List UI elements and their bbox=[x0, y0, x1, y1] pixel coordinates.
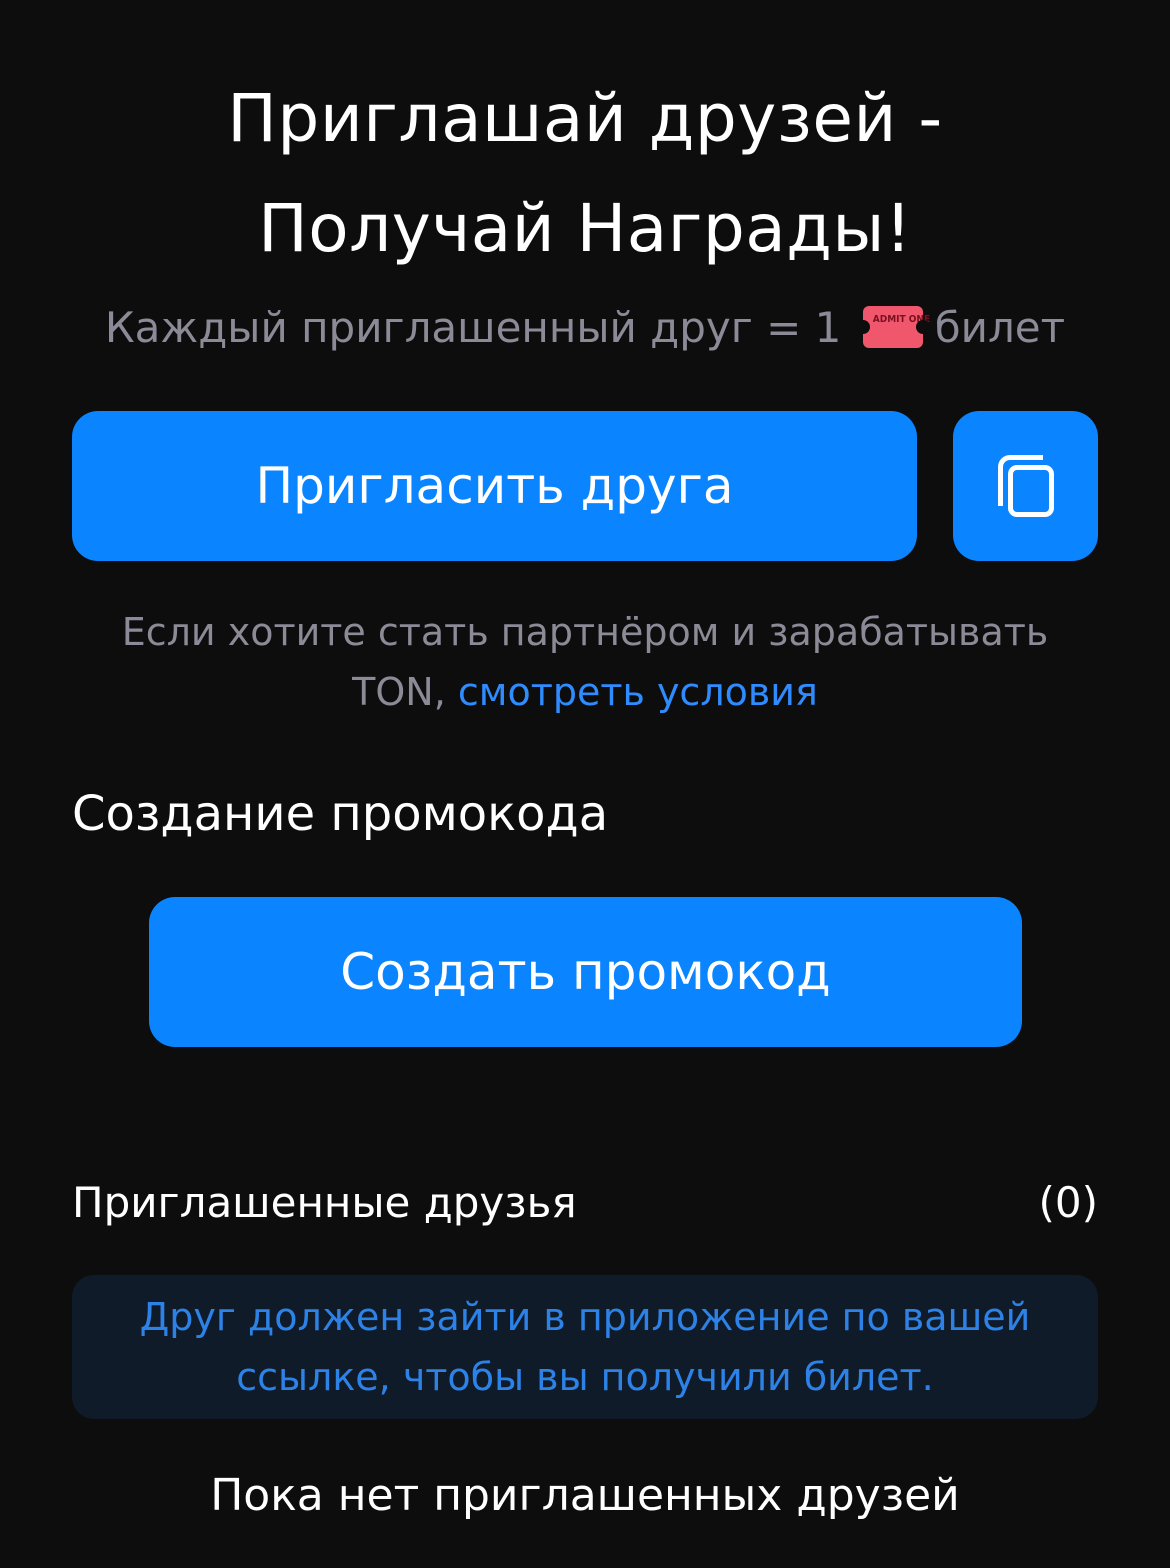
partner-text-prefix: TON, bbox=[352, 670, 446, 714]
create-promo-button[interactable]: Создать промокод bbox=[149, 897, 1022, 1047]
page-title-line1: Приглашай друзей - bbox=[227, 80, 943, 157]
subtitle-suffix: билет bbox=[934, 303, 1066, 352]
partner-terms-link[interactable]: смотреть условия bbox=[458, 670, 818, 714]
invite-info-banner: Друг должен зайти в приложение по вашей … bbox=[72, 1275, 1098, 1419]
partner-info: Если хотите стать партнёром и зарабатыва… bbox=[0, 602, 1170, 722]
ticket-icon-text: ADMIT ONE bbox=[872, 314, 931, 325]
copy-icon bbox=[997, 455, 1054, 517]
invited-friends-count: (0) bbox=[1038, 1178, 1099, 1227]
partner-text-line1: Если хотите стать партнёром и зарабатыва… bbox=[121, 610, 1049, 654]
ticket-icon: ADMIT ONE bbox=[855, 306, 931, 348]
invited-friends-title: Приглашенные друзья bbox=[72, 1178, 577, 1227]
invite-friend-button[interactable]: Пригласить друга bbox=[72, 411, 917, 561]
partner-text-line2: TON, смотреть условия bbox=[0, 662, 1170, 722]
promo-section-title: Создание промокода bbox=[72, 786, 609, 842]
subtitle-prefix: Каждый приглашенный друг = 1 bbox=[104, 303, 842, 352]
referral-page: Приглашай друзей - Получай Награды! Кажд… bbox=[0, 0, 1170, 1568]
reward-subtitle: Каждый приглашенный друг = 1 ADMIT ONE б… bbox=[0, 303, 1170, 352]
info-line2: ссылке, чтобы вы получили билет. bbox=[236, 1355, 934, 1399]
page-title-line2: Получай Награды! bbox=[258, 190, 912, 267]
invited-friends-header: Приглашенные друзья (0) bbox=[72, 1178, 1098, 1227]
copy-link-button[interactable] bbox=[953, 411, 1098, 561]
empty-friends-text: Пока нет приглашенных друзей bbox=[210, 1470, 960, 1521]
info-line1: Друг должен зайти в приложение по вашей bbox=[139, 1295, 1031, 1339]
